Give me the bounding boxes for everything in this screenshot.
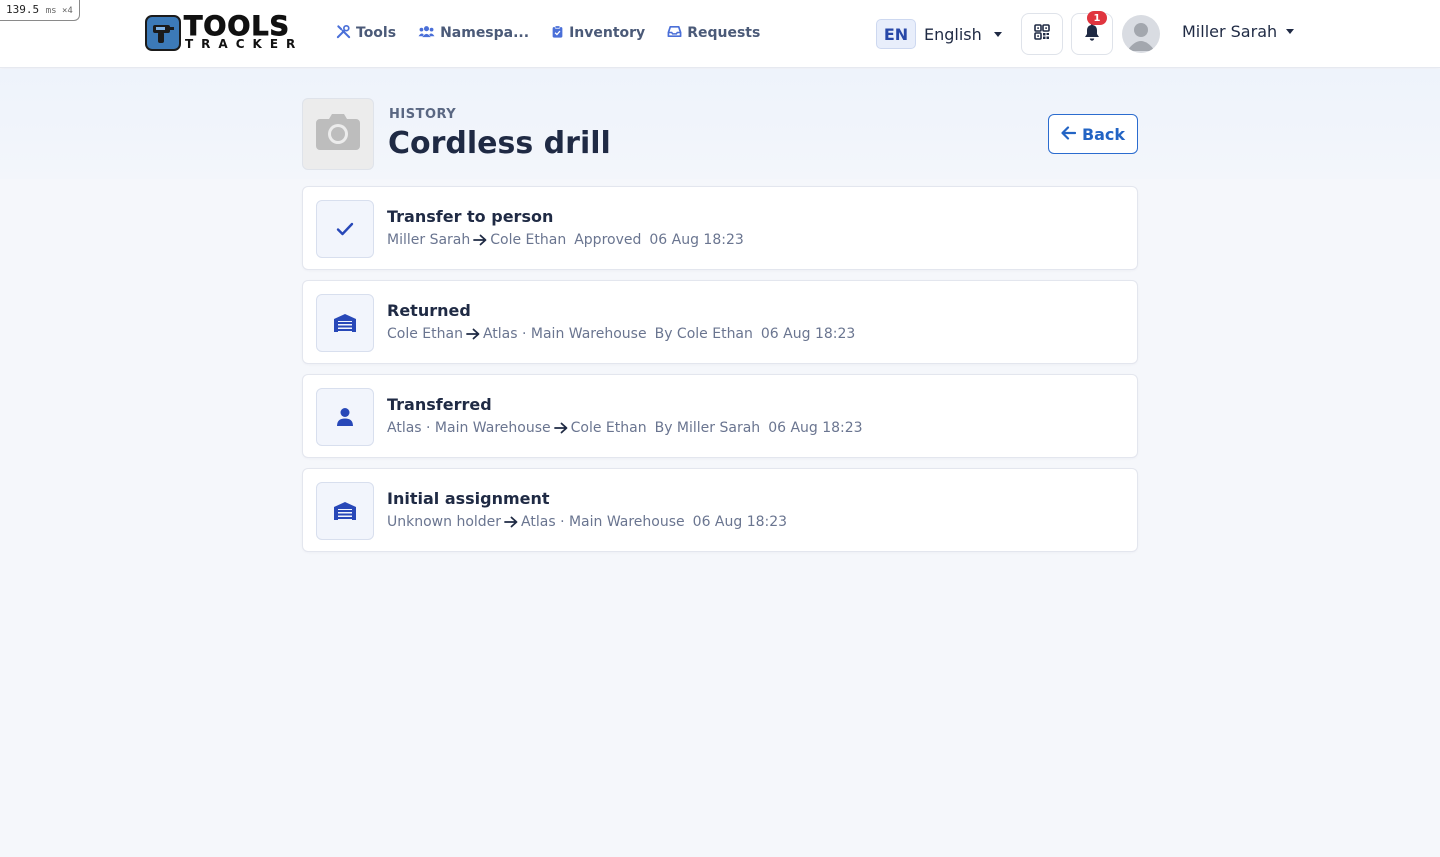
history-detail: By Miller Sarah xyxy=(654,420,761,436)
qr-scan-button[interactable] xyxy=(1021,13,1063,55)
nav-item-namespaces[interactable]: Namespa... xyxy=(418,22,529,44)
history-timestamp: 06 Aug 18:23 xyxy=(649,232,744,248)
brand-logo[interactable]: TOOLS TRACKER xyxy=(145,10,304,51)
perf-value: 139.5 xyxy=(6,3,40,16)
history-from: Miller Sarah xyxy=(387,232,471,248)
history-entry-title: Transfer to person xyxy=(387,207,554,226)
qr-code-icon xyxy=(1034,24,1050,44)
history-entry-meta: Unknown holder Atlas · Main Warehouse 06… xyxy=(387,514,787,530)
history-entry: Transferred Atlas · Main Warehouse Cole … xyxy=(302,374,1138,458)
history-from: Cole Ethan xyxy=(387,326,463,342)
page-title: Cordless drill xyxy=(388,126,611,161)
history-from: Atlas · Main Warehouse xyxy=(387,420,551,436)
page-header-band xyxy=(0,69,1440,179)
language-code-badge: EN xyxy=(876,19,916,49)
perf-badge: 139.5 ms ×4 xyxy=(0,0,80,21)
arrow-right-icon xyxy=(504,516,518,528)
history-timestamp: 06 Aug 18:23 xyxy=(768,420,863,436)
history-timestamp: 06 Aug 18:23 xyxy=(760,326,856,342)
nav-item-tools[interactable]: Tools xyxy=(336,22,396,44)
person-icon xyxy=(316,388,374,446)
nav-item-inventory[interactable]: Inventory xyxy=(551,22,645,44)
notification-count-badge: 1 xyxy=(1087,11,1107,25)
back-button[interactable]: Back xyxy=(1048,114,1138,154)
history-detail: Approved xyxy=(574,232,642,248)
avatar[interactable] xyxy=(1122,15,1160,53)
history-entry: Transfer to person Miller Sarah Cole Eth… xyxy=(302,186,1138,270)
brand-name-bottom: TRACKER xyxy=(185,36,304,51)
history-to: Cole Ethan xyxy=(570,420,647,436)
user-menu-dropdown[interactable]: Miller Sarah xyxy=(1182,22,1295,41)
history-from: Unknown holder xyxy=(387,514,502,530)
check-icon xyxy=(316,200,374,258)
nav-item-label: Inventory xyxy=(569,25,646,41)
warehouse-icon xyxy=(316,482,374,540)
language-label: English xyxy=(924,24,982,44)
history-entry-meta: Cole Ethan Atlas · Main Warehouse By Col… xyxy=(387,326,855,342)
tool-photo-placeholder xyxy=(302,98,374,170)
arrow-right-icon xyxy=(553,422,568,434)
history-entry-title: Returned xyxy=(387,301,471,320)
user-name: Miller Sarah xyxy=(1182,22,1278,41)
history-entry-title: Initial assignment xyxy=(387,489,550,508)
history-entry: Returned Cole Ethan Atlas · Main Warehou… xyxy=(302,280,1138,364)
perf-unit: ms ×4 xyxy=(45,6,73,16)
bell-icon xyxy=(1083,23,1101,46)
nav-item-label: Requests xyxy=(687,25,761,41)
history-to: Atlas · Main Warehouse xyxy=(521,514,685,530)
page-eyebrow: HISTORY xyxy=(389,107,457,122)
caret-down-icon xyxy=(993,31,1002,37)
tools-icon xyxy=(336,24,351,43)
history-detail: By Cole Ethan xyxy=(654,326,753,342)
history-to: Cole Ethan xyxy=(490,232,567,248)
back-button-label: Back xyxy=(1081,124,1126,144)
clipboard-icon xyxy=(551,24,564,43)
language-selector[interactable]: EN English xyxy=(876,19,1002,49)
notifications-button[interactable]: 1 xyxy=(1071,11,1113,55)
brand-name-top: TOOLS xyxy=(183,10,290,42)
arrow-left-icon xyxy=(1061,125,1077,144)
nav-item-label: Tools xyxy=(356,25,397,41)
users-icon xyxy=(418,24,435,43)
drill-logo-icon xyxy=(145,15,181,51)
arrow-right-icon xyxy=(466,328,480,340)
history-to: Atlas · Main Warehouse xyxy=(482,326,647,342)
history-timestamp: 06 Aug 18:23 xyxy=(692,514,788,530)
nav-item-requests[interactable]: Requests xyxy=(667,22,760,44)
history-list: Transfer to person Miller Sarah Cole Eth… xyxy=(302,186,1138,562)
nav-item-label: Namespa... xyxy=(440,25,530,41)
history-entry-meta: Miller Sarah Cole Ethan Approved 06 Aug … xyxy=(387,232,744,248)
camera-icon xyxy=(315,113,361,155)
arrow-right-icon xyxy=(473,234,487,246)
history-entry-title: Transferred xyxy=(387,395,492,414)
caret-down-icon xyxy=(1286,29,1295,34)
main-nav: Tools Namespa... Inventory Requests xyxy=(336,22,782,44)
inbox-icon xyxy=(667,24,682,43)
history-entry: Initial assignment Unknown holder Atlas … xyxy=(302,468,1138,552)
history-entry-meta: Atlas · Main Warehouse Cole Ethan By Mil… xyxy=(387,420,863,436)
warehouse-icon xyxy=(316,294,374,352)
top-navbar: TOOLS TRACKER Tools Namespa... Inventory xyxy=(0,0,1440,68)
